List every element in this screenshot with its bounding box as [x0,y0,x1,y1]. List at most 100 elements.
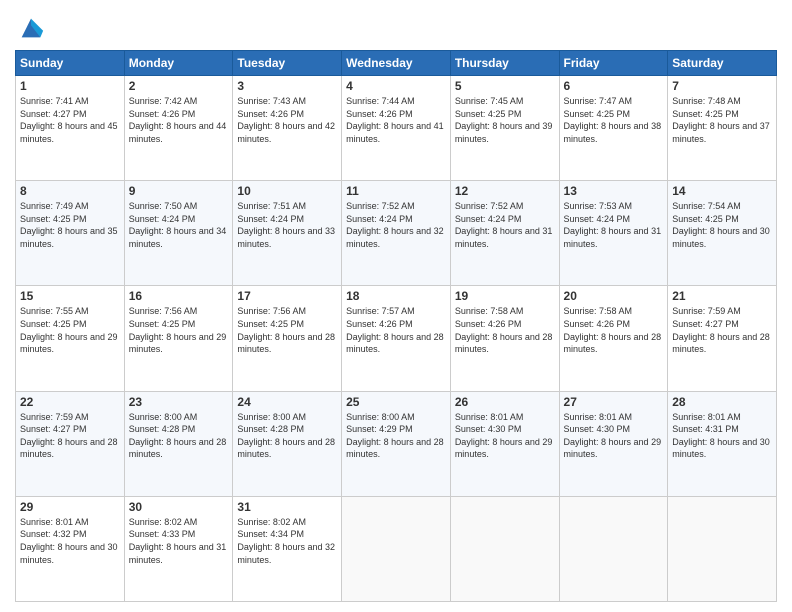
calendar-cell: 3 Sunrise: 7:43 AM Sunset: 4:26 PM Daylig… [233,76,342,181]
cell-info: Sunrise: 7:54 AM Sunset: 4:25 PM Dayligh… [672,200,772,250]
calendar-cell: 10Sunrise: 7:51 AM Sunset: 4:24 PM Dayli… [233,181,342,286]
cell-info: Sunrise: 7:57 AM Sunset: 4:26 PM Dayligh… [346,305,446,355]
weekday-header: Monday [124,51,233,76]
cell-info: Sunrise: 8:01 AM Sunset: 4:31 PM Dayligh… [672,411,772,461]
cell-info: Sunrise: 8:02 AM Sunset: 4:33 PM Dayligh… [129,516,229,566]
calendar-cell [342,496,451,601]
calendar-cell: 22 Sunrise: 7:59 AM Sunset: 4:27 PM Dayli… [16,391,125,496]
day-number: 27 [564,395,664,409]
cell-info: Sunrise: 7:45 AM Sunset: 4:25 PM Dayligh… [455,95,555,145]
day-number: 19 [455,289,555,303]
logo [15,14,45,42]
day-number: 30 [129,500,229,514]
calendar-cell [450,496,559,601]
calendar-cell: 25 Sunrise: 8:00 AM Sunset: 4:29 PM Dayli… [342,391,451,496]
calendar-cell: 16Sunrise: 7:56 AM Sunset: 4:25 PM Dayli… [124,286,233,391]
day-number: 9 [129,184,229,198]
day-number: 17 [237,289,337,303]
logo-icon [17,14,45,42]
day-number: 25 [346,395,446,409]
day-number: 16 [129,289,229,303]
day-number: 20 [564,289,664,303]
day-number: 3 [237,79,337,93]
day-number: 4 [346,79,446,93]
calendar-cell: 28 Sunrise: 8:01 AM Sunset: 4:31 PM Dayli… [668,391,777,496]
weekday-header: Tuesday [233,51,342,76]
cell-info: Sunrise: 7:59 AM Sunset: 4:27 PM Dayligh… [672,305,772,355]
calendar-cell: 14 Sunrise: 7:54 AM Sunset: 4:25 PM Dayli… [668,181,777,286]
calendar-cell: 21 Sunrise: 7:59 AM Sunset: 4:27 PM Dayli… [668,286,777,391]
weekday-header: Wednesday [342,51,451,76]
day-number: 7 [672,79,772,93]
day-number: 29 [20,500,120,514]
calendar-cell: 24 Sunrise: 8:00 AM Sunset: 4:28 PM Dayli… [233,391,342,496]
day-number: 6 [564,79,664,93]
day-number: 8 [20,184,120,198]
cell-info: Sunrise: 7:52 AM Sunset: 4:24 PM Dayligh… [455,200,555,250]
cell-info: Sunrise: 7:59 AM Sunset: 4:27 PM Dayligh… [20,411,120,461]
cell-info: Sunrise: 8:00 AM Sunset: 4:28 PM Dayligh… [129,411,229,461]
cell-info: Sunrise: 8:01 AM Sunset: 4:32 PM Dayligh… [20,516,120,566]
day-number: 24 [237,395,337,409]
day-number: 18 [346,289,446,303]
calendar-cell: 15 Sunrise: 7:55 AM Sunset: 4:25 PM Dayli… [16,286,125,391]
cell-info: Sunrise: 7:48 AM Sunset: 4:25 PM Dayligh… [672,95,772,145]
calendar-cell [668,496,777,601]
cell-info: Sunrise: 7:50 AM Sunset: 4:24 PM Dayligh… [129,200,229,250]
cell-info: Sunrise: 7:47 AM Sunset: 4:25 PM Dayligh… [564,95,664,145]
cell-info: Sunrise: 7:44 AM Sunset: 4:26 PM Dayligh… [346,95,446,145]
cell-info: Sunrise: 8:01 AM Sunset: 4:30 PM Dayligh… [455,411,555,461]
cell-info: Sunrise: 8:00 AM Sunset: 4:28 PM Dayligh… [237,411,337,461]
calendar-cell: 27 Sunrise: 8:01 AM Sunset: 4:30 PM Dayli… [559,391,668,496]
cell-info: Sunrise: 7:41 AM Sunset: 4:27 PM Dayligh… [20,95,120,145]
day-number: 14 [672,184,772,198]
cell-info: Sunrise: 7:56 AM Sunset: 4:25 PM Dayligh… [237,305,337,355]
day-number: 22 [20,395,120,409]
calendar-cell: 4 Sunrise: 7:44 AM Sunset: 4:26 PM Daylig… [342,76,451,181]
cell-info: Sunrise: 7:43 AM Sunset: 4:26 PM Dayligh… [237,95,337,145]
header [15,10,777,42]
calendar-cell: 31Sunrise: 8:02 AM Sunset: 4:34 PM Dayli… [233,496,342,601]
cell-info: Sunrise: 7:52 AM Sunset: 4:24 PM Dayligh… [346,200,446,250]
calendar-cell: 5 Sunrise: 7:45 AM Sunset: 4:25 PM Daylig… [450,76,559,181]
day-number: 12 [455,184,555,198]
cell-info: Sunrise: 7:49 AM Sunset: 4:25 PM Dayligh… [20,200,120,250]
calendar-cell: 26 Sunrise: 8:01 AM Sunset: 4:30 PM Dayli… [450,391,559,496]
day-number: 13 [564,184,664,198]
weekday-header: Friday [559,51,668,76]
day-number: 5 [455,79,555,93]
day-number: 21 [672,289,772,303]
day-number: 26 [455,395,555,409]
calendar-cell: 19 Sunrise: 7:58 AM Sunset: 4:26 PM Dayli… [450,286,559,391]
day-number: 31 [237,500,337,514]
calendar-cell: 12 Sunrise: 7:52 AM Sunset: 4:24 PM Dayli… [450,181,559,286]
calendar-cell [559,496,668,601]
calendar-cell: 1 Sunrise: 7:41 AM Sunset: 4:27 PM Daylig… [16,76,125,181]
day-number: 15 [20,289,120,303]
calendar-cell: 29 Sunrise: 8:01 AM Sunset: 4:32 PM Dayli… [16,496,125,601]
day-number: 2 [129,79,229,93]
cell-info: Sunrise: 7:58 AM Sunset: 4:26 PM Dayligh… [455,305,555,355]
day-number: 1 [20,79,120,93]
calendar-cell: 13Sunrise: 7:53 AM Sunset: 4:24 PM Dayli… [559,181,668,286]
weekday-header: Saturday [668,51,777,76]
calendar-cell: 9 Sunrise: 7:50 AM Sunset: 4:24 PM Daylig… [124,181,233,286]
day-number: 11 [346,184,446,198]
calendar-cell: 7 Sunrise: 7:48 AM Sunset: 4:25 PM Daylig… [668,76,777,181]
calendar-cell: 20 Sunrise: 7:58 AM Sunset: 4:26 PM Dayli… [559,286,668,391]
calendar-cell: 11 Sunrise: 7:52 AM Sunset: 4:24 PM Dayli… [342,181,451,286]
calendar-cell: 23Sunrise: 8:00 AM Sunset: 4:28 PM Dayli… [124,391,233,496]
day-number: 28 [672,395,772,409]
cell-info: Sunrise: 7:55 AM Sunset: 4:25 PM Dayligh… [20,305,120,355]
calendar-cell: 6 Sunrise: 7:47 AM Sunset: 4:25 PM Daylig… [559,76,668,181]
page: SundayMondayTuesdayWednesdayThursdayFrid… [0,0,792,612]
weekday-header: Thursday [450,51,559,76]
calendar-cell: 2 Sunrise: 7:42 AM Sunset: 4:26 PM Daylig… [124,76,233,181]
cell-info: Sunrise: 7:42 AM Sunset: 4:26 PM Dayligh… [129,95,229,145]
calendar-table: SundayMondayTuesdayWednesdayThursdayFrid… [15,50,777,602]
cell-info: Sunrise: 7:58 AM Sunset: 4:26 PM Dayligh… [564,305,664,355]
calendar-cell: 30 Sunrise: 8:02 AM Sunset: 4:33 PM Dayli… [124,496,233,601]
calendar-cell: 8 Sunrise: 7:49 AM Sunset: 4:25 PM Daylig… [16,181,125,286]
cell-info: Sunrise: 8:00 AM Sunset: 4:29 PM Dayligh… [346,411,446,461]
cell-info: Sunrise: 8:01 AM Sunset: 4:30 PM Dayligh… [564,411,664,461]
